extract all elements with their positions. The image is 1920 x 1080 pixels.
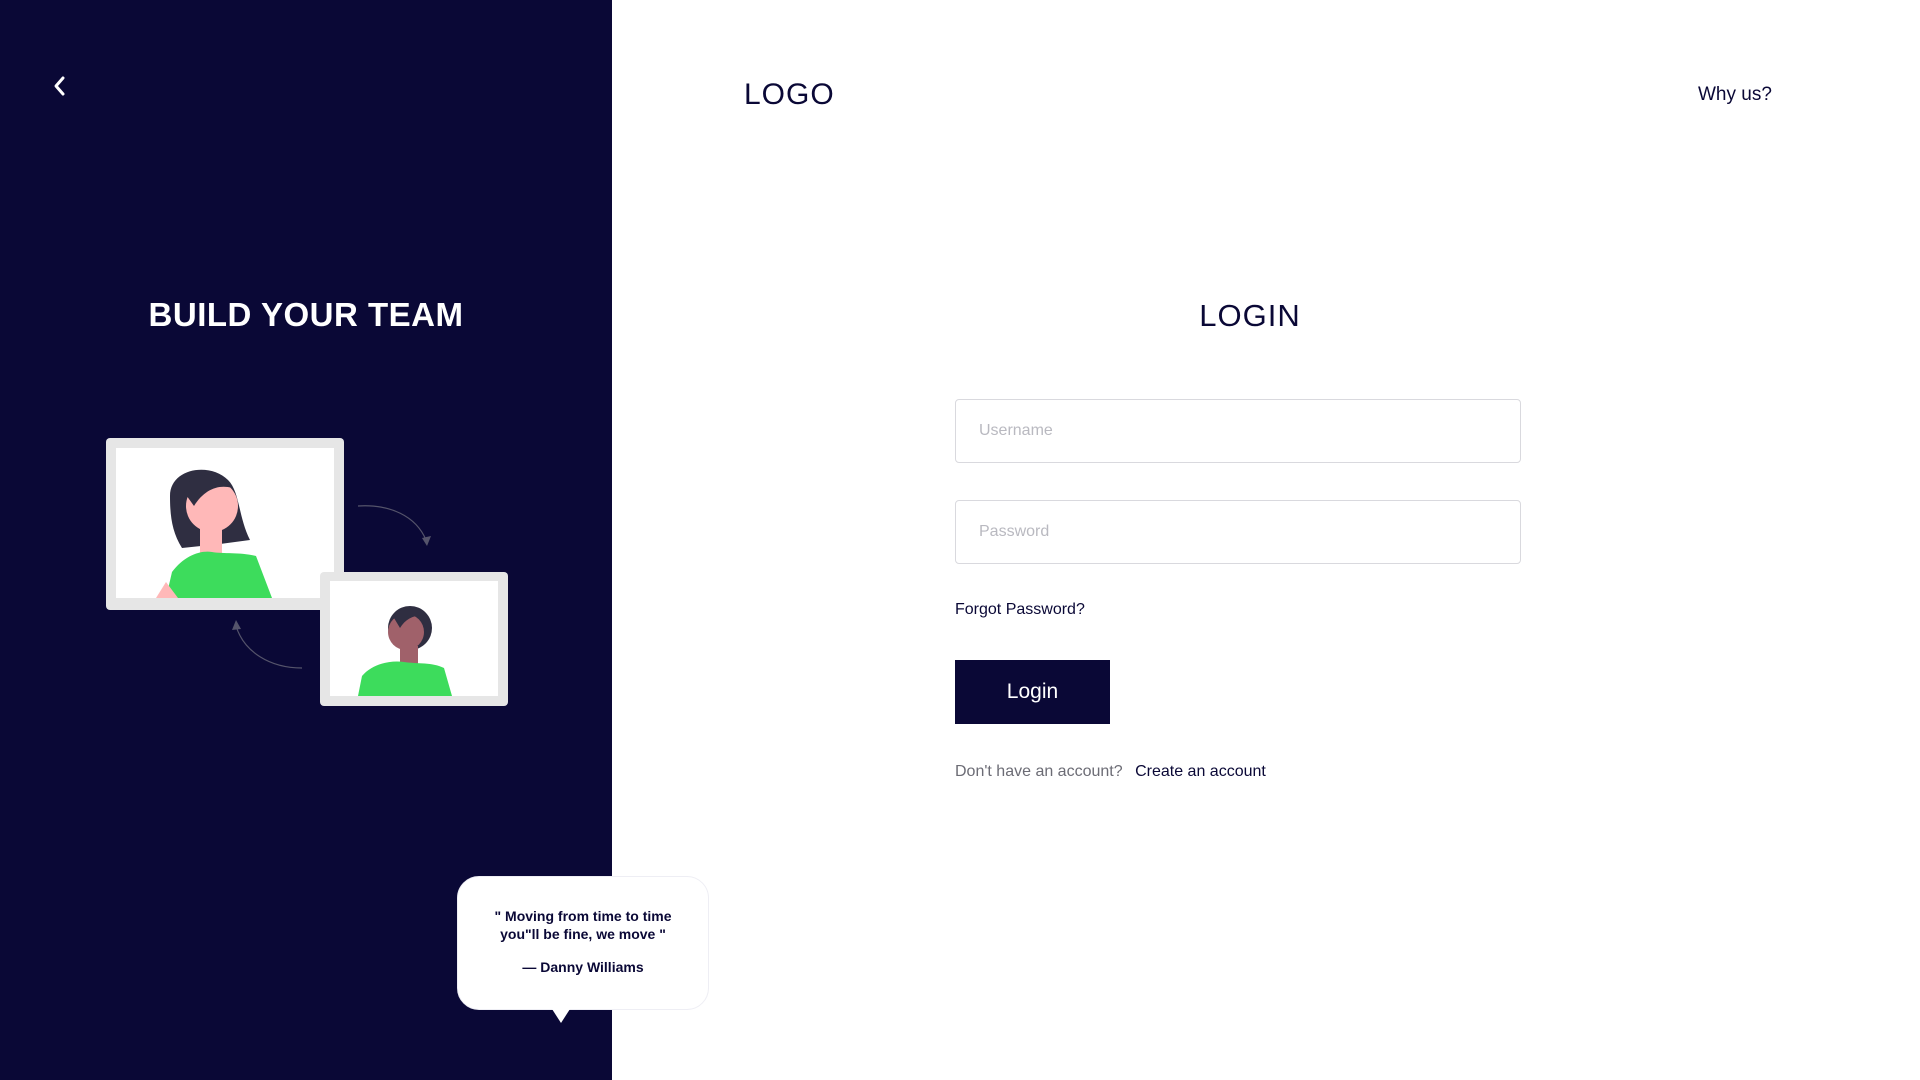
hero-title: BUILD YOUR TEAM	[148, 296, 464, 333]
testimonial-quote: " Moving from time to time you"ll be fin…	[494, 908, 672, 942]
password-input[interactable]	[955, 500, 1521, 564]
login-button[interactable]: Login	[955, 660, 1110, 724]
brand-logo[interactable]: LOGO	[744, 78, 835, 112]
username-input[interactable]	[955, 399, 1521, 463]
signup-row: Don't have an account? Create an account	[955, 763, 1266, 781]
testimonial-bubble: " Moving from time to time you"ll be fin…	[457, 876, 709, 1023]
why-us-link[interactable]: Why us?	[1698, 84, 1772, 106]
forgot-password-link[interactable]: Forgot Password?	[955, 601, 1085, 619]
team-illustration	[106, 438, 508, 706]
chevron-left-icon	[54, 76, 65, 96]
create-account-link[interactable]: Create an account	[1135, 763, 1266, 780]
signup-prompt: Don't have an account?	[955, 763, 1123, 780]
testimonial-author: — Danny Williams	[522, 959, 644, 975]
back-button[interactable]	[44, 70, 76, 102]
login-title: LOGIN	[1199, 298, 1301, 333]
